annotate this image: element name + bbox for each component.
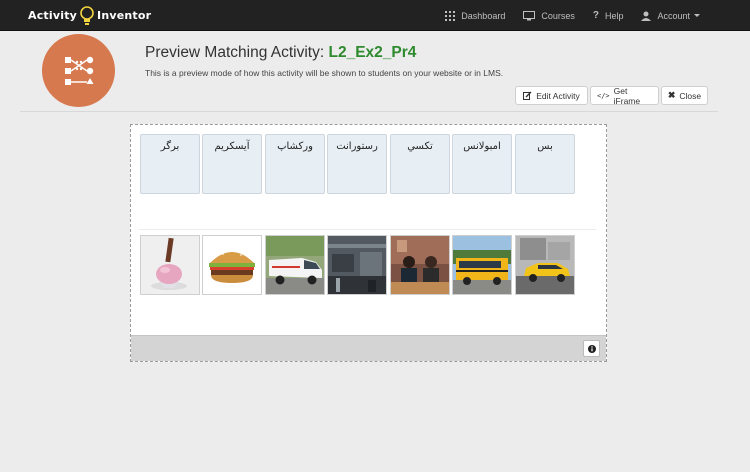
- edit-activity-button[interactable]: Edit Activity: [515, 86, 588, 105]
- get-iframe-button[interactable]: </> Get iFrame: [590, 85, 659, 106]
- word-card[interactable]: ورکشاپ: [265, 134, 325, 194]
- restaurant-image: [391, 236, 449, 294]
- info-icon: [587, 344, 596, 353]
- brand-logo[interactable]: Activity Inventor: [28, 3, 151, 28]
- monitor-icon: [523, 10, 536, 20]
- page-title-prefix: Preview Matching Activity:: [145, 44, 329, 61]
- image-card-ambulance[interactable]: [265, 235, 325, 295]
- nav-courses-label: Courses: [541, 10, 575, 21]
- nav-account-label: Account: [657, 10, 690, 21]
- edit-activity-label: Edit Activity: [536, 90, 580, 101]
- question-icon: ?: [592, 10, 599, 21]
- activity-preview-panel: برگر آیسکریم ورکشاپ رستورانت تکسي امبولا…: [130, 124, 607, 362]
- nav-dashboard[interactable]: Dashboard: [445, 10, 506, 21]
- user-icon: [641, 11, 652, 21]
- burger-image: [203, 236, 261, 294]
- nav-courses[interactable]: Courses: [523, 10, 575, 21]
- nav-help[interactable]: ? Help: [593, 10, 624, 21]
- close-icon: ✖: [667, 90, 676, 100]
- nav-help-label: Help: [604, 10, 624, 21]
- info-button[interactable]: [583, 340, 600, 357]
- nav-dashboard-label: Dashboard: [461, 10, 506, 21]
- image-card-ice-cream[interactable]: [140, 235, 200, 295]
- brand-left-text: Activity: [28, 9, 78, 22]
- nav-menu: Dashboard Courses ? Help Account: [427, 0, 700, 31]
- nav-account[interactable]: Account: [641, 11, 700, 21]
- word-card[interactable]: برگر: [140, 134, 200, 194]
- school-bus-image: [453, 236, 511, 294]
- page-title: Preview Matching Activity: L2_Ex2_Pr4: [145, 44, 416, 62]
- matching-icon: [64, 56, 93, 85]
- image-card-workshop[interactable]: [327, 235, 387, 295]
- image-card-restaurant[interactable]: [390, 235, 450, 295]
- page-subtitle: This is a preview mode of how this activ…: [145, 68, 504, 78]
- word-card[interactable]: بس: [515, 134, 575, 194]
- edit-icon: [523, 91, 532, 100]
- word-card[interactable]: رستورانت: [327, 134, 387, 194]
- close-button[interactable]: ✖ Close: [661, 86, 708, 105]
- image-card-burger[interactable]: [202, 235, 262, 295]
- ambulance-image: [266, 236, 324, 294]
- lightbulb-icon: [80, 5, 94, 25]
- ice-cream-image: [141, 236, 199, 294]
- taxi-image: [516, 236, 574, 294]
- top-navbar: Activity Inventor Dashboard Courses ? He…: [0, 0, 750, 31]
- workshop-image: [328, 236, 386, 294]
- caret-down-icon: [694, 14, 700, 17]
- activity-type-logo: [42, 34, 115, 107]
- header-divider: [20, 111, 718, 112]
- image-card-taxi[interactable]: [515, 235, 575, 295]
- word-card[interactable]: امبولانس: [452, 134, 512, 194]
- close-label: Close: [679, 90, 702, 101]
- get-iframe-label: Get iFrame: [613, 85, 641, 106]
- dashboard-icon: [445, 10, 456, 21]
- code-icon: </>: [597, 91, 610, 100]
- word-card[interactable]: تکسي: [390, 134, 450, 194]
- panel-footer: [131, 335, 606, 361]
- image-card-school-bus[interactable]: [452, 235, 512, 295]
- brand-right-text: Inventor: [97, 9, 152, 22]
- section-divider: [139, 229, 596, 230]
- activity-name: L2_Ex2_Pr4: [328, 44, 417, 61]
- word-card[interactable]: آیسکریم: [202, 134, 262, 194]
